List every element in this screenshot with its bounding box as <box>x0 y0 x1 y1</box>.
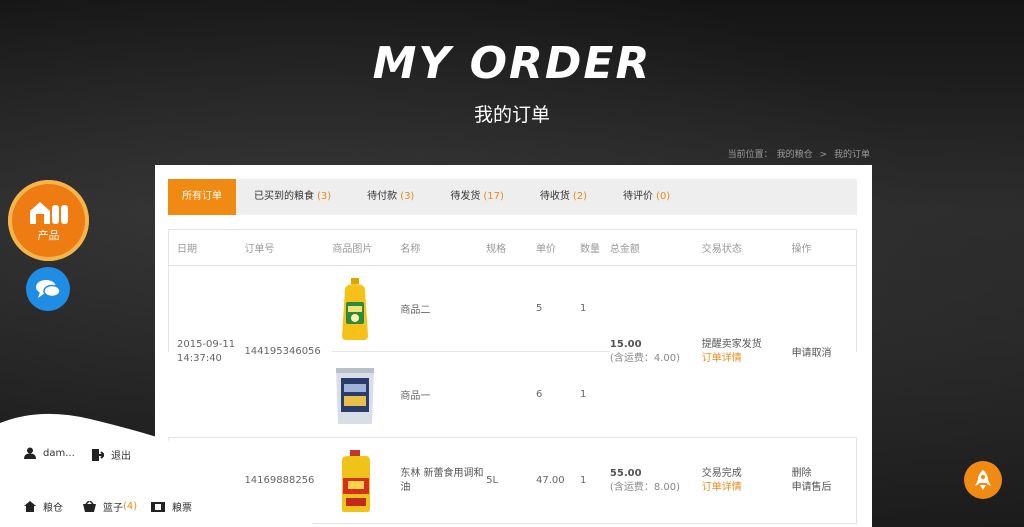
product-spec: 5L <box>486 475 499 486</box>
order-total-cell: 15.00 (含运费：4.00) <box>610 266 702 438</box>
username: dam... <box>43 447 75 459</box>
oil-jug-image[interactable] <box>332 448 378 514</box>
order-total: 55.00 <box>609 467 642 479</box>
tab-count: (2) <box>572 191 588 202</box>
product-qty: 1 <box>579 351 610 438</box>
order-status-cell: 提醒卖家发货 订单详情 <box>702 266 792 438</box>
basket-label: 篮子 <box>103 503 123 514</box>
granary-label: 粮仓 <box>43 503 63 514</box>
col-status: 交易状态 <box>701 244 742 255</box>
tab-pending-receipt[interactable]: 待收货 (2) <box>522 179 605 215</box>
tab-count: (3) <box>317 191 332 202</box>
user-icon <box>24 447 36 459</box>
back-to-top-button[interactable] <box>964 461 1002 499</box>
product-image-cell[interactable] <box>332 438 400 524</box>
order-number: 144195346056 <box>244 346 321 357</box>
tab-pending-review[interactable]: 待评价 (0) <box>605 179 688 215</box>
col-order-no: 订单号 <box>244 244 275 255</box>
home-icon <box>24 501 36 512</box>
product-name[interactable]: 东林 新蕾食用调和油 <box>400 438 486 524</box>
order-date-cell: 2015-09-11 14:37:40 <box>169 266 245 438</box>
order-date: 2015-09-11 <box>177 338 236 350</box>
granary-link[interactable]: 粮仓 <box>24 499 63 514</box>
rice-bag-image[interactable] <box>332 362 378 428</box>
basket-link[interactable]: 篮子 (4) <box>83 499 137 514</box>
order-detail-link[interactable]: 订单详情 <box>702 481 792 495</box>
breadcrumb-prefix: 当前位置： <box>727 150 773 160</box>
product-button[interactable]: 产品 <box>8 180 89 261</box>
order-shipping: (含运费：4.00) <box>609 352 680 364</box>
tickets-link[interactable]: 粮票 <box>151 499 192 514</box>
page-title: MY ORDER <box>372 38 652 89</box>
basket-icon <box>83 501 96 512</box>
tab-all-orders[interactable]: 所有订单 <box>168 179 236 215</box>
col-actions: 操作 <box>791 244 812 255</box>
tab-label: 待收货 <box>539 191 570 202</box>
table-header-row: 日期 订单号 商品图片 名称 规格 单价 数量 总金额 交易状态 操作 <box>168 229 857 266</box>
order-status-cell: 交易完成 订单详情 <box>702 438 792 524</box>
product-price: 5 <box>536 303 543 314</box>
tab-label: 待付款 <box>367 191 398 202</box>
table-row: 2015-09-11 14:37:40 144195346056 商品二 5 1… <box>168 265 857 364</box>
product-spec <box>486 351 537 438</box>
tab-label: 待评价 <box>623 191 654 202</box>
breadcrumb-item-orders[interactable]: 我的订单 <box>834 150 870 160</box>
breadcrumb-item-granary[interactable]: 我的粮仓 <box>777 150 813 160</box>
tab-count: (3) <box>400 191 415 202</box>
user-panel: dam... 退出 粮仓 篮子 (4) 粮票 <box>0 413 320 527</box>
order-shipping: (含运费：8.00) <box>609 481 680 493</box>
order-total: 15.00 <box>609 338 642 350</box>
product-image-cell[interactable] <box>332 266 400 352</box>
breadcrumb-separator: > <box>819 150 828 160</box>
logout-label: 退出 <box>111 451 131 462</box>
user-account[interactable]: dam... <box>24 447 75 459</box>
delete-order-link[interactable]: 删除 <box>792 467 856 481</box>
product-label: 产品 <box>37 228 60 242</box>
chat-button[interactable] <box>26 267 70 311</box>
breadcrumb: 当前位置： 我的粮仓 > 我的订单 <box>726 147 872 160</box>
logout-button[interactable]: 退出 <box>92 447 131 462</box>
ticket-icon <box>151 501 165 512</box>
product-spec <box>486 266 536 352</box>
col-name: 名称 <box>400 244 421 255</box>
tab-label: 已买到的粮食 <box>254 191 314 202</box>
col-spec: 规格 <box>486 244 507 255</box>
after-sale-link[interactable]: 申请售后 <box>792 481 856 495</box>
order-detail-link[interactable]: 订单详情 <box>702 352 792 366</box>
order-tabs: 所有订单 已买到的粮食 (3) 待付款 (3) 待发货 (17) 待收货 (2) 待评价… <box>168 179 857 215</box>
product-qty: 1 <box>579 303 587 314</box>
product-price: 6 <box>536 351 580 438</box>
page-subtitle: 我的订单 <box>473 104 550 126</box>
col-qty: 数量 <box>579 244 600 255</box>
col-image: 商品图片 <box>332 244 373 255</box>
tab-count: (0) <box>656 191 671 202</box>
tab-pending-shipment[interactable]: 待发货 (17) <box>432 179 522 215</box>
order-time: 14:37:40 <box>177 352 222 364</box>
remind-seller-link[interactable]: 提醒卖家发货 <box>702 338 792 352</box>
col-price: 单价 <box>536 244 557 255</box>
granary-icon <box>29 201 68 224</box>
tab-label: 所有订单 <box>182 191 222 202</box>
logout-icon <box>92 448 104 461</box>
rocket-icon <box>975 470 991 490</box>
cancel-order-link[interactable]: 申请取消 <box>792 266 857 438</box>
product-name[interactable]: 商品一 <box>400 351 487 438</box>
product-name[interactable]: 商品二 <box>400 266 486 352</box>
product-image-cell[interactable] <box>332 351 401 438</box>
tab-count: (17) <box>483 191 504 202</box>
product-qty: 1 <box>579 475 587 486</box>
tickets-label: 粮票 <box>172 503 192 514</box>
chat-icon <box>36 280 61 298</box>
col-date: 日期 <box>177 244 197 255</box>
order-status: 交易完成 <box>701 467 742 479</box>
order-actions-cell: 删除 申请售后 <box>792 438 857 524</box>
tab-pending-payment[interactable]: 待付款 (3) <box>349 179 432 215</box>
product-price: 47.00 <box>536 475 565 486</box>
col-total: 总金额 <box>609 244 640 255</box>
tab-label: 待发货 <box>450 191 481 202</box>
order-total-cell: 55.00 (含运费：8.00) <box>610 438 702 524</box>
oil-bottle-image[interactable] <box>332 276 378 342</box>
basket-count: (4) <box>123 501 138 512</box>
tab-purchased[interactable]: 已买到的粮食 (3) <box>236 179 349 215</box>
